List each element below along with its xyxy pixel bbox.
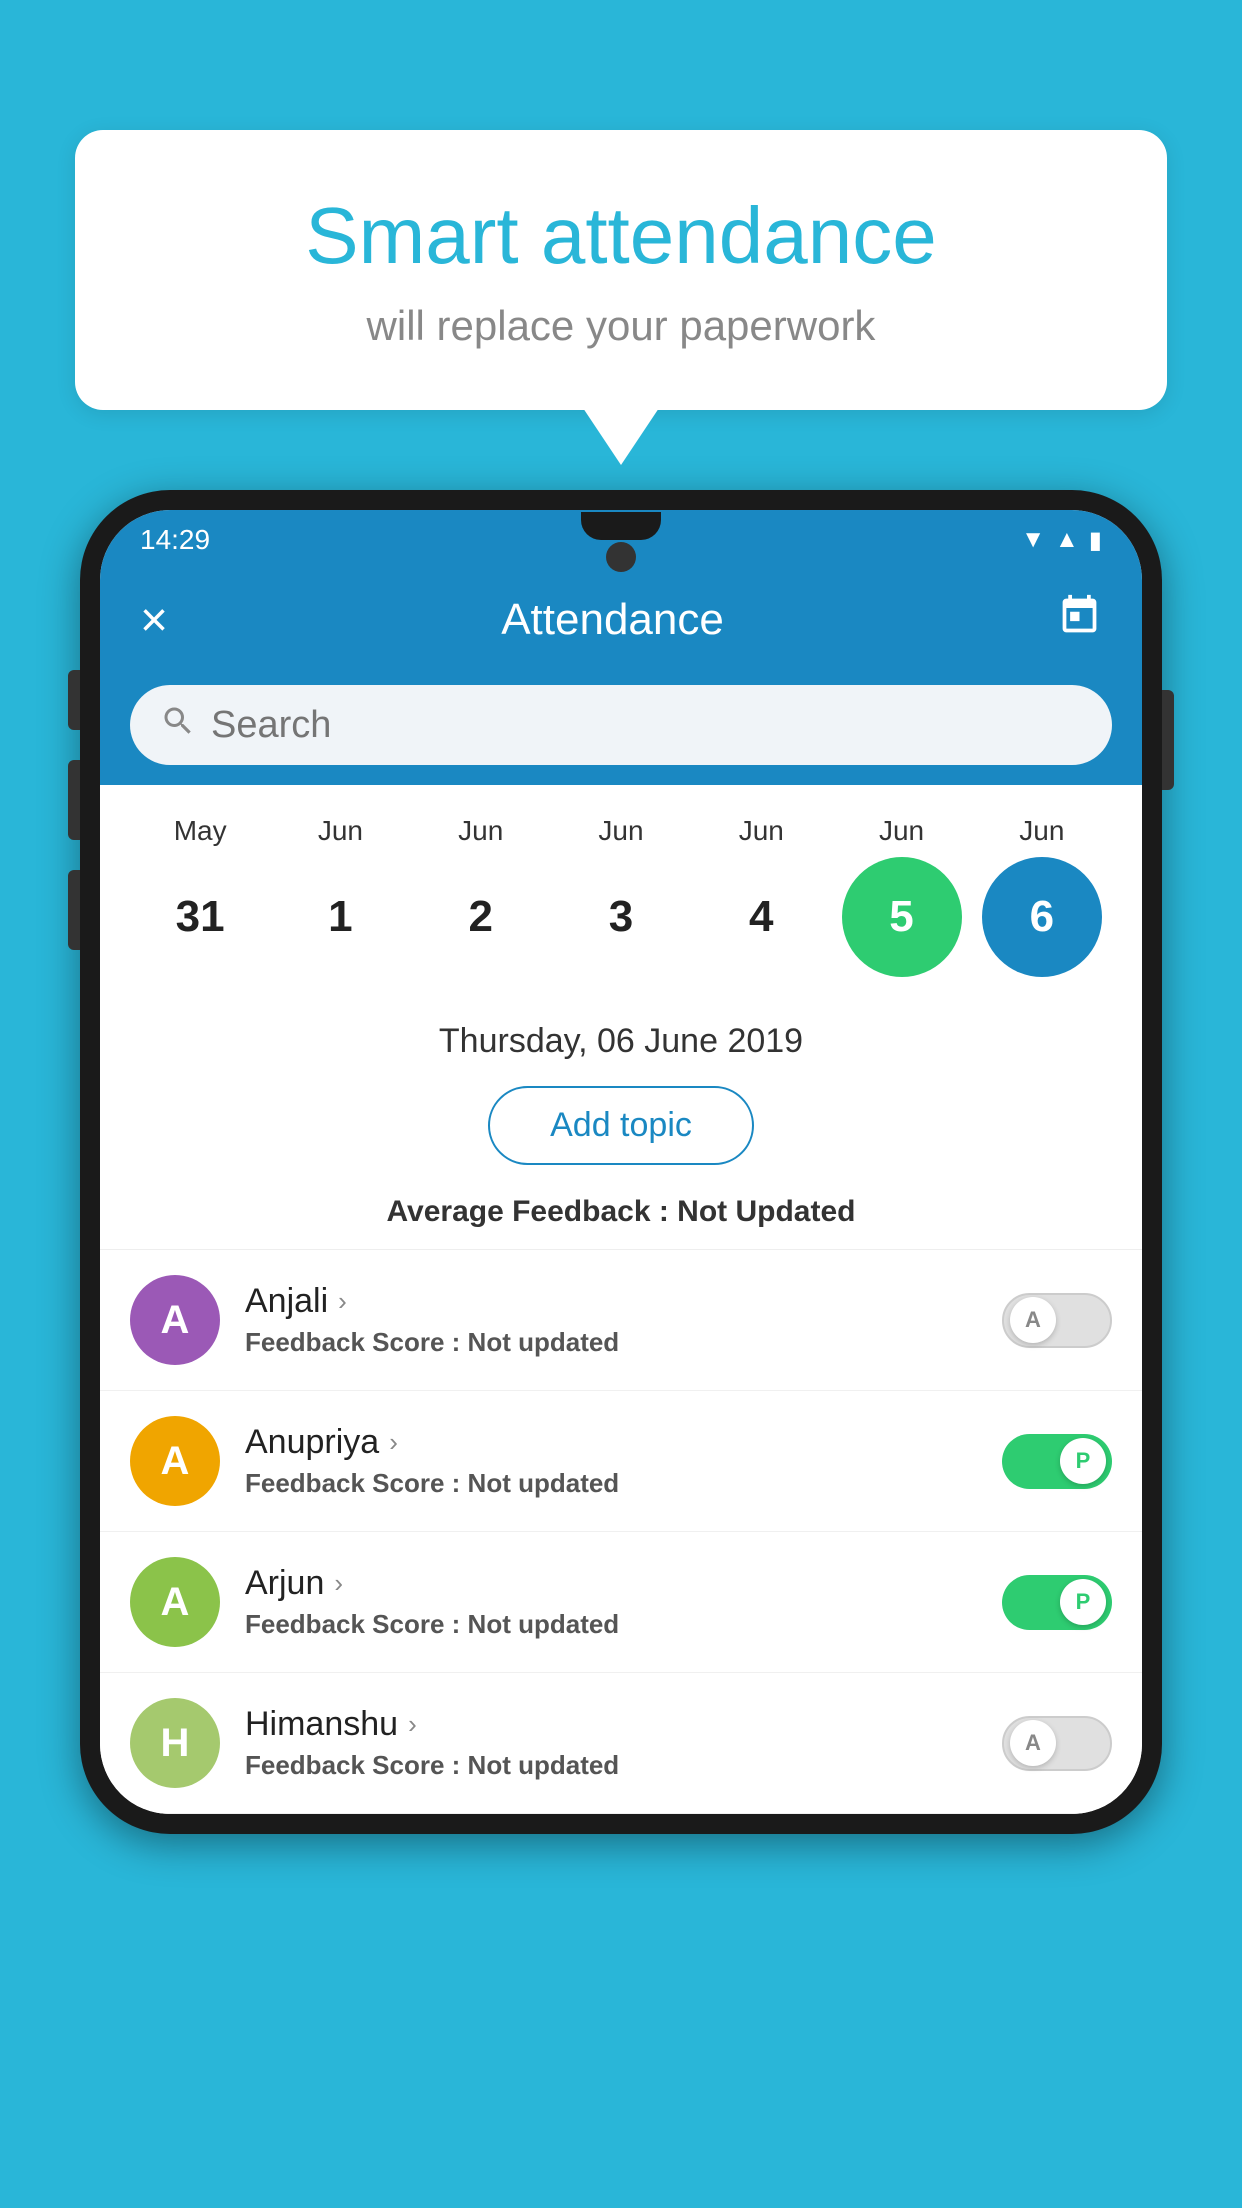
calendar-date-31[interactable]: 31 (140, 857, 260, 977)
speech-bubble-title: Smart attendance (135, 190, 1107, 282)
chevron-icon-anupriya: › (389, 1427, 398, 1458)
toggle-container-arjun: P (1002, 1575, 1112, 1630)
app-bar-title: Attendance (501, 595, 724, 645)
month-2: Jun (416, 815, 546, 847)
avatar-arjun: A (130, 1557, 220, 1647)
wifi-icon: ▼ (1021, 526, 1045, 554)
search-bar (130, 685, 1112, 765)
toggle-anjali[interactable]: A (1002, 1293, 1112, 1348)
student-info-anjali: Anjali › Feedback Score : Not updated (245, 1282, 977, 1358)
calendar-date-6[interactable]: 6 (982, 857, 1102, 977)
avg-feedback-value: Not Updated (677, 1195, 855, 1228)
calendar-date-1[interactable]: 1 (280, 857, 400, 977)
selected-date-display: Thursday, 06 June 2019 (100, 997, 1142, 1076)
chevron-icon-himanshu: › (408, 1709, 417, 1740)
chevron-icon-arjun: › (334, 1568, 343, 1599)
student-info-anupriya: Anupriya › Feedback Score : Not updated (245, 1423, 977, 1499)
status-time: 14:29 (140, 524, 210, 556)
speech-bubble-container: Smart attendance will replace your paper… (75, 130, 1167, 410)
close-button[interactable]: × (140, 593, 168, 648)
calendar-icon[interactable] (1057, 593, 1102, 648)
calendar-date-5[interactable]: 5 (842, 857, 962, 977)
student-name-anupriya[interactable]: Anupriya › (245, 1423, 977, 1462)
toggle-container-himanshu: A (1002, 1716, 1112, 1771)
app-bar: × Attendance (100, 570, 1142, 670)
month-5: Jun (837, 815, 967, 847)
phone-button-left2 (68, 760, 80, 840)
month-3: Jun (556, 815, 686, 847)
month-6: Jun (977, 815, 1107, 847)
toggle-arjun[interactable]: P (1002, 1575, 1112, 1630)
avatar-himanshu: H (130, 1698, 220, 1788)
student-name-anjali[interactable]: Anjali › (245, 1282, 977, 1321)
toggle-knob-anupriya: P (1060, 1438, 1106, 1484)
calendar-dates: 31 1 2 3 4 5 6 (130, 857, 1112, 977)
add-topic-button[interactable]: Add topic (488, 1086, 754, 1165)
phone-camera (606, 542, 636, 572)
student-name-arjun[interactable]: Arjun › (245, 1564, 977, 1603)
calendar-date-3[interactable]: 3 (561, 857, 681, 977)
toggle-knob-arjun: P (1060, 1579, 1106, 1625)
phone-notch (581, 512, 661, 540)
phone-container: 14:29 ▼ ▲ ▮ × Attendance (80, 490, 1162, 2208)
student-info-himanshu: Himanshu › Feedback Score : Not updated (245, 1705, 977, 1781)
calendar-container: May Jun Jun Jun Jun Jun Jun 31 1 2 3 4 5… (100, 785, 1142, 997)
month-4: Jun (696, 815, 826, 847)
add-topic-container: Add topic (100, 1076, 1142, 1185)
search-bar-container (100, 670, 1142, 785)
student-item-anupriya: A Anupriya › Feedback Score : Not update… (100, 1391, 1142, 1532)
avatar-anjali: A (130, 1275, 220, 1365)
chevron-icon-anjali: › (338, 1286, 347, 1317)
battery-icon: ▮ (1089, 526, 1102, 555)
month-0: May (135, 815, 265, 847)
student-name-himanshu[interactable]: Himanshu › (245, 1705, 977, 1744)
toggle-container-anjali: A (1002, 1293, 1112, 1348)
student-feedback-anjali: Feedback Score : Not updated (245, 1327, 977, 1358)
search-icon (160, 703, 196, 748)
student-item-anjali: A Anjali › Feedback Score : Not updated … (100, 1250, 1142, 1391)
student-item-arjun: A Arjun › Feedback Score : Not updated P (100, 1532, 1142, 1673)
phone-outer: 14:29 ▼ ▲ ▮ × Attendance (80, 490, 1162, 1834)
calendar-months: May Jun Jun Jun Jun Jun Jun (130, 815, 1112, 847)
phone-button-left1 (68, 670, 80, 730)
speech-bubble-subtitle: will replace your paperwork (135, 302, 1107, 350)
phone-screen: 14:29 ▼ ▲ ▮ × Attendance (100, 510, 1142, 1814)
phone-button-left3 (68, 870, 80, 950)
student-feedback-anupriya: Feedback Score : Not updated (245, 1468, 977, 1499)
status-icons: ▼ ▲ ▮ (1021, 526, 1102, 555)
student-list: A Anjali › Feedback Score : Not updated … (100, 1250, 1142, 1814)
search-input[interactable] (211, 704, 1082, 747)
toggle-anupriya[interactable]: P (1002, 1434, 1112, 1489)
phone-button-right (1162, 690, 1174, 790)
calendar-date-2[interactable]: 2 (421, 857, 541, 977)
toggle-knob-anjali: A (1010, 1297, 1056, 1343)
toggle-himanshu[interactable]: A (1002, 1716, 1112, 1771)
average-feedback: Average Feedback : Not Updated (100, 1185, 1142, 1250)
avatar-anupriya: A (130, 1416, 220, 1506)
student-item-himanshu: H Himanshu › Feedback Score : Not update… (100, 1673, 1142, 1814)
toggle-container-anupriya: P (1002, 1434, 1112, 1489)
signal-icon: ▲ (1055, 526, 1079, 554)
student-info-arjun: Arjun › Feedback Score : Not updated (245, 1564, 977, 1640)
student-feedback-arjun: Feedback Score : Not updated (245, 1609, 977, 1640)
avg-feedback-label: Average Feedback : (386, 1195, 677, 1228)
toggle-knob-himanshu: A (1010, 1720, 1056, 1766)
month-1: Jun (275, 815, 405, 847)
speech-bubble: Smart attendance will replace your paper… (75, 130, 1167, 410)
student-feedback-himanshu: Feedback Score : Not updated (245, 1750, 977, 1781)
calendar-date-4[interactable]: 4 (701, 857, 821, 977)
